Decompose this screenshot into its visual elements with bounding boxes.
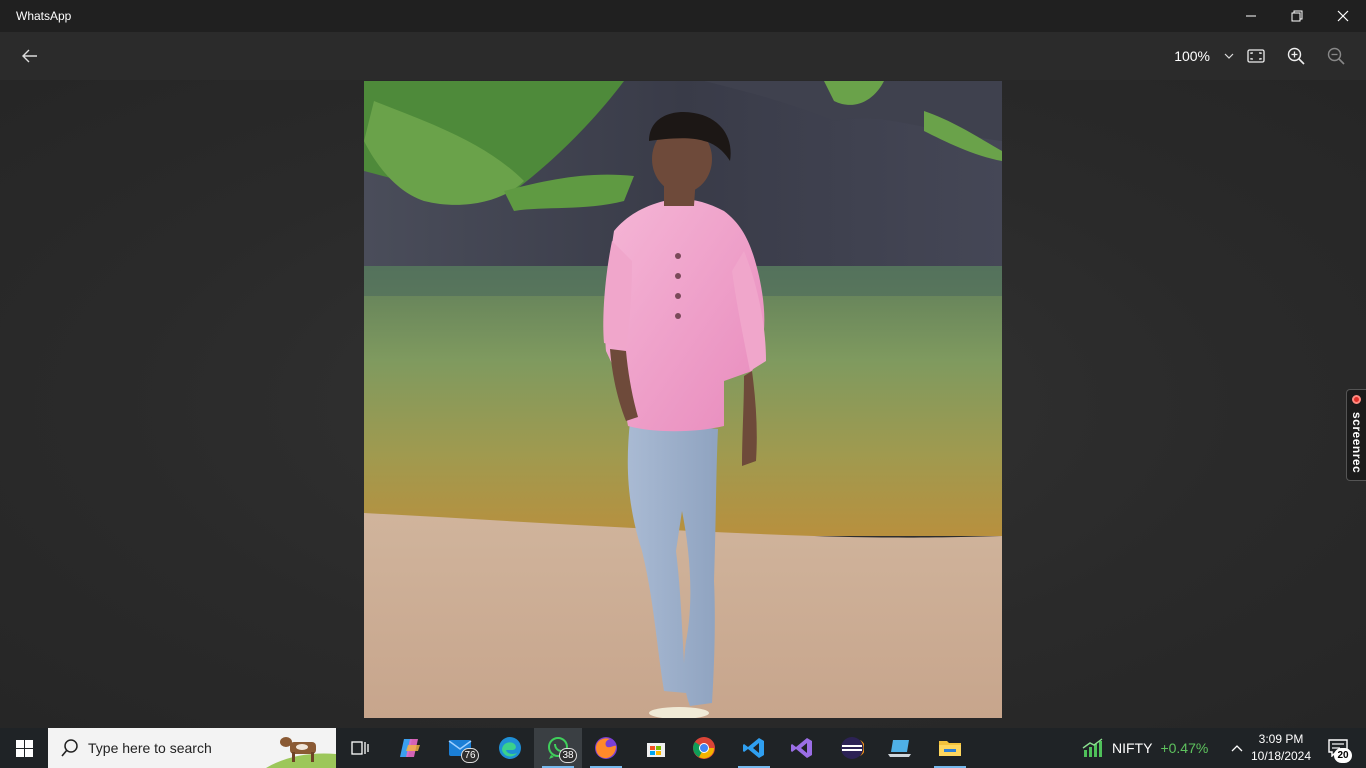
notification-badge: 20 [1334, 748, 1352, 763]
visual-studio-icon [791, 738, 812, 758]
minimize-icon [1246, 15, 1256, 17]
taskbar: Type here to search 76 38 NIFTY +0.47% 3… [0, 728, 1366, 768]
edge-icon [499, 737, 521, 759]
photo-image [364, 81, 1002, 718]
stock-name: NIFTY [1112, 740, 1153, 756]
task-view-icon [351, 741, 369, 755]
windows-start-icon [15, 739, 33, 757]
zoom-in-icon [1287, 47, 1305, 65]
search-icon [61, 739, 78, 757]
window-titlebar: WhatsApp [0, 0, 1366, 32]
zoom-level-text: 100% [1174, 48, 1210, 64]
laptop-app-button[interactable] [876, 728, 924, 768]
minimize-button[interactable] [1228, 0, 1274, 32]
folder-icon [939, 741, 961, 756]
fit-to-window-icon [1247, 49, 1265, 63]
close-button[interactable] [1320, 0, 1366, 32]
zoom-out-button[interactable] [1324, 44, 1348, 68]
viewer-toolbar: 100% [0, 32, 1366, 80]
file-explorer-button[interactable] [926, 728, 974, 768]
mail-badge: 76 [461, 748, 479, 763]
start-button[interactable] [0, 728, 48, 768]
task-view-button[interactable] [336, 728, 384, 768]
show-hidden-icons-button[interactable] [1226, 728, 1248, 768]
whatsapp-badge: 38 [559, 748, 577, 763]
chevron-down-icon [1224, 53, 1234, 59]
search-placeholder: Type here to search [88, 740, 212, 756]
stock-change: +0.47% [1160, 740, 1209, 756]
visual-studio-button[interactable] [778, 728, 826, 768]
cow-illustration-icon [266, 737, 336, 768]
screenrec-label: screenrec [1350, 412, 1364, 474]
chrome-icon [693, 737, 715, 759]
clock-date: 10/18/2024 [1250, 749, 1312, 763]
restore-icon [1291, 10, 1303, 22]
close-icon [1337, 10, 1349, 22]
back-arrow-icon [22, 49, 37, 63]
back-button[interactable] [14, 44, 46, 68]
whatsapp-button[interactable]: 38 [534, 728, 582, 768]
eclipse-icon [841, 737, 864, 759]
firefox-button[interactable] [582, 728, 630, 768]
clock-time: 3:09 PM [1258, 732, 1304, 746]
clock[interactable]: 3:09 PM 10/18/2024 [1246, 731, 1316, 765]
notification-center-button[interactable]: 20 [1318, 728, 1358, 768]
copilot-button[interactable] [386, 728, 434, 768]
taskbar-search-box[interactable]: Type here to search [48, 728, 336, 768]
eclipse-button[interactable] [828, 728, 876, 768]
firefox-icon [595, 737, 617, 759]
app-title: WhatsApp [16, 9, 72, 23]
microsoft-store-icon [647, 743, 665, 757]
restore-button[interactable] [1274, 0, 1320, 32]
vscode-icon [743, 738, 764, 758]
chevron-up-icon [1231, 745, 1243, 752]
zoom-level-dropdown[interactable]: 100% [1174, 44, 1234, 68]
photo [364, 81, 1002, 718]
mail-button[interactable]: 76 [436, 728, 484, 768]
zoom-out-icon [1327, 47, 1345, 65]
screenrec-widget[interactable]: screenrec [1346, 389, 1366, 481]
fit-to-window-button[interactable] [1244, 44, 1268, 68]
copilot-icon [400, 739, 420, 757]
edge-button[interactable] [486, 728, 534, 768]
zoom-in-button[interactable] [1284, 44, 1308, 68]
vscode-button[interactable] [730, 728, 778, 768]
laptop-icon [888, 740, 911, 757]
stock-widget[interactable]: NIFTY +0.47% [1082, 728, 1208, 768]
stock-chart-icon [1082, 738, 1103, 757]
record-dot-icon [1352, 395, 1361, 404]
microsoft-store-button[interactable] [632, 728, 680, 768]
chrome-button[interactable] [680, 728, 728, 768]
